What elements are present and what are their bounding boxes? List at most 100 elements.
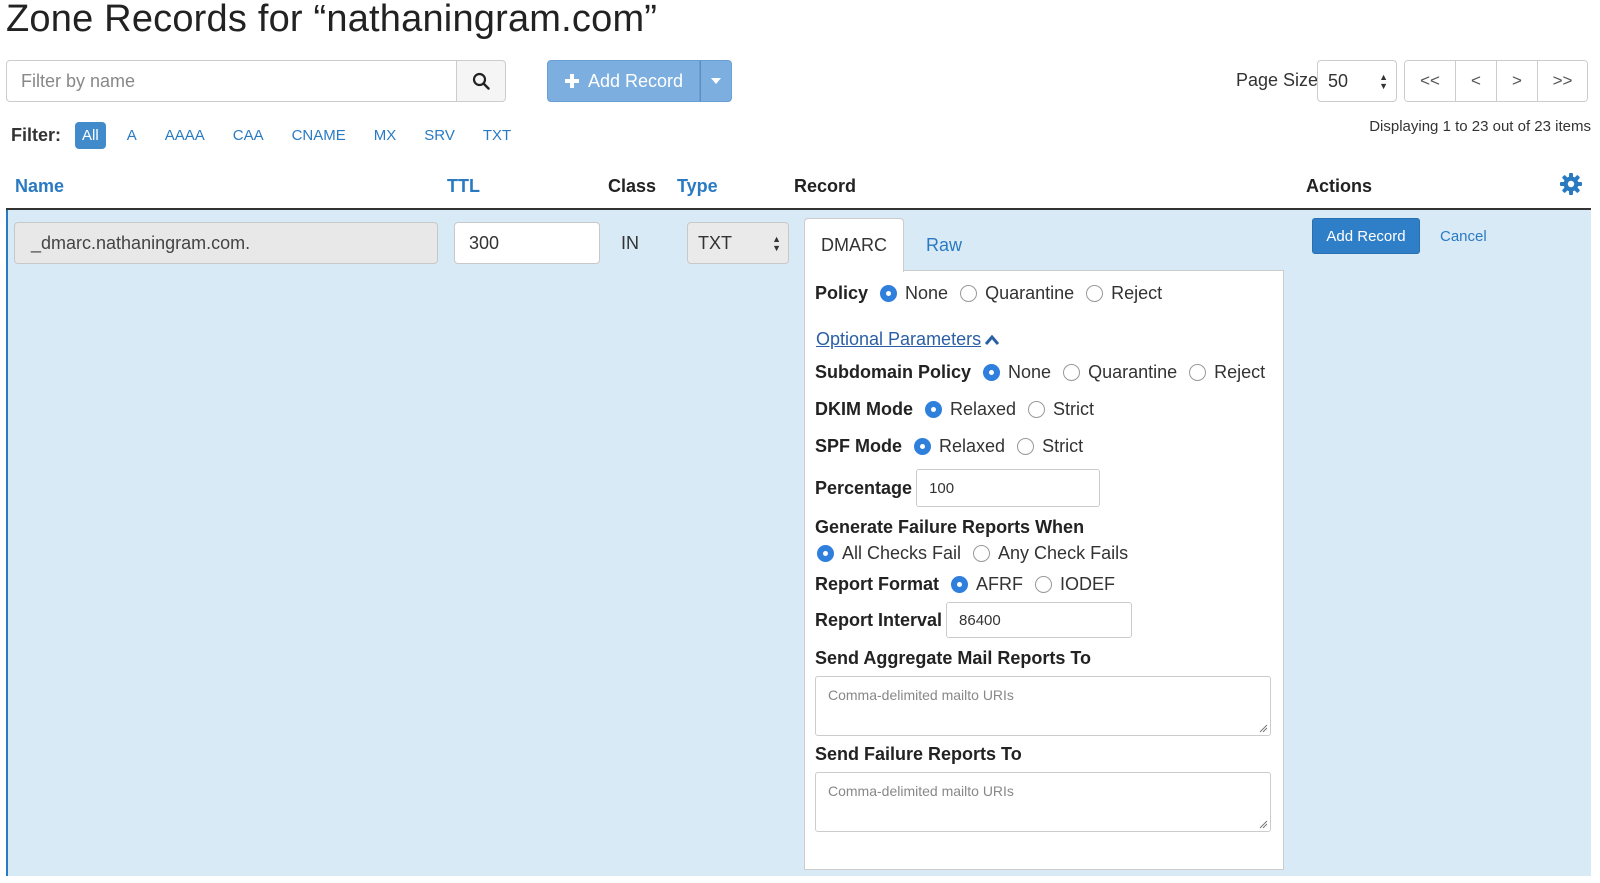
add-record-toolbar-button[interactable]: Add Record [547,60,701,102]
page-size-select[interactable]: 50 ▲ ▼ [1317,60,1397,102]
prev-page-button[interactable]: < [1455,61,1496,101]
report-interval-row: Report Interval 86400 [815,602,1133,638]
edit-record-row: _dmarc.nathaningram.com. 300 IN TXT ▲ ▼ D… [6,210,1591,876]
resize-grip-icon[interactable] [1258,723,1268,733]
failure-reports-options-row: All Checks Fail Any Check Fails [817,543,1128,564]
subdomain-policy-row: Subdomain Policy None Quarantine Reject [815,362,1265,383]
policy-quarantine-option[interactable]: Quarantine [960,283,1074,304]
optional-parameters-label: Optional Parameters [816,329,982,349]
iodef-option[interactable]: IODEF [1035,574,1115,595]
first-page-button[interactable]: << [1405,61,1455,101]
filter-bar: Filter: All A AAAA CAA CNAME MX SRV TXT [11,122,532,149]
displaying-count: Displaying 1 to 23 out of 23 items [1369,118,1591,135]
any-check-fails-option[interactable]: Any Check Fails [973,543,1128,564]
filter-srv[interactable]: SRV [417,122,462,149]
option-label: Quarantine [1088,362,1178,382]
spf-relaxed-option[interactable]: Relaxed [914,436,1005,457]
resize-grip-icon[interactable] [1258,819,1268,829]
all-checks-fail-option[interactable]: All Checks Fail [817,543,961,564]
option-label: AFRF [976,574,1024,594]
failure-to-label-row: Send Failure Reports To [815,744,1022,765]
record-type-select[interactable]: TXT ▲ ▼ [687,222,789,264]
radio-selected[interactable] [914,438,932,455]
search-input[interactable] [6,60,457,102]
dkim-mode-label: DKIM Mode [815,399,913,419]
filter-mx[interactable]: MX [367,122,404,149]
next-page-button[interactable]: > [1496,61,1537,101]
radio[interactable] [973,545,991,562]
radio[interactable] [1017,438,1035,455]
filter-aaaa[interactable]: AAAA [158,122,212,149]
dkim-relaxed-option[interactable]: Relaxed [925,399,1016,420]
radio-selected[interactable] [983,364,1001,381]
aggregate-reports-label: Send Aggregate Mail Reports To [815,648,1092,668]
filter-all[interactable]: All [75,122,106,149]
subdomain-quarantine-option[interactable]: Quarantine [1063,362,1177,383]
policy-label: Policy [815,283,869,303]
option-label: None [905,283,949,303]
failure-reports-textarea[interactable]: Comma-delimited mailto URIs [815,772,1271,832]
page-size-label: Page Size [1236,70,1319,90]
column-header-name[interactable]: Name [15,176,64,197]
policy-reject-option[interactable]: Reject [1086,283,1162,304]
radio[interactable] [960,285,978,302]
spf-mode-row: SPF Mode Relaxed Strict [815,436,1083,457]
filter-txt[interactable]: TXT [476,122,518,149]
add-record-group: Add Record [547,60,733,102]
column-header-ttl[interactable]: TTL [447,176,480,197]
add-record-button[interactable]: Add Record [1312,218,1420,254]
option-label: Relaxed [939,436,1006,456]
aggregate-placeholder: Comma-delimited mailto URIs [828,687,1014,703]
report-format-label: Report Format [815,574,940,594]
dkim-strict-option[interactable]: Strict [1028,399,1094,420]
percentage-input[interactable]: 100 [916,469,1101,507]
radio-selected[interactable] [817,545,834,562]
radio[interactable] [1063,364,1081,381]
radio-selected[interactable] [880,285,898,302]
failure-reports-label-row: Generate Failure Reports When [815,517,1084,538]
radio-selected[interactable] [951,576,969,593]
cancel-link[interactable]: Cancel [1440,228,1487,245]
filter-a[interactable]: A [120,122,144,149]
search-button[interactable] [457,60,506,102]
ttl-field[interactable]: 300 [454,222,600,264]
column-header-record: Record [794,176,857,196]
filter-caa[interactable]: CAA [226,122,271,149]
subdomain-none-option[interactable]: None [983,362,1051,383]
radio[interactable] [1086,285,1104,302]
policy-none-option[interactable]: None [880,283,948,304]
radio-selected[interactable] [925,401,942,418]
radio[interactable] [1028,401,1046,418]
report-interval-input[interactable]: 86400 [946,602,1133,638]
column-header-type[interactable]: Type [677,176,718,197]
option-label: Reject [1214,362,1266,382]
filter-cname[interactable]: CNAME [285,122,353,149]
page-size-value: 50 [1328,70,1349,91]
percentage-row: Percentage 100 [815,469,1101,507]
page-title: Zone Records for “nathaningram.com” [6,0,658,40]
option-label: Reject [1111,283,1163,303]
option-label: IODEF [1060,574,1116,594]
percentage-label: Percentage [815,477,913,498]
record-name-field[interactable]: _dmarc.nathaningram.com. [14,222,438,264]
add-record-dropdown-toggle[interactable] [700,60,733,102]
select-arrows-icon: ▲ ▼ [772,234,781,253]
aggregate-reports-textarea[interactable]: Comma-delimited mailto URIs [815,676,1271,736]
dkim-mode-row: DKIM Mode Relaxed Strict [815,399,1094,420]
option-label: Strict [1042,436,1084,456]
failure-reports-label: Generate Failure Reports When [815,517,1085,537]
record-type-value: TXT [698,232,732,253]
last-page-button[interactable]: >> [1537,61,1587,101]
tab-dmarc[interactable]: DMARC [804,218,904,272]
tab-raw[interactable]: Raw [914,218,974,272]
add-record-label: Add Record [588,70,684,91]
column-header-class: Class [608,176,657,196]
subdomain-reject-option[interactable]: Reject [1189,362,1265,383]
plus-icon [565,74,579,88]
spf-strict-option[interactable]: Strict [1017,436,1083,457]
optional-parameters-link[interactable]: Optional Parameters [816,329,1000,350]
afrf-option[interactable]: AFRF [951,574,1023,595]
radio[interactable] [1035,576,1053,593]
radio[interactable] [1189,364,1207,381]
gear-icon[interactable] [1559,172,1583,196]
